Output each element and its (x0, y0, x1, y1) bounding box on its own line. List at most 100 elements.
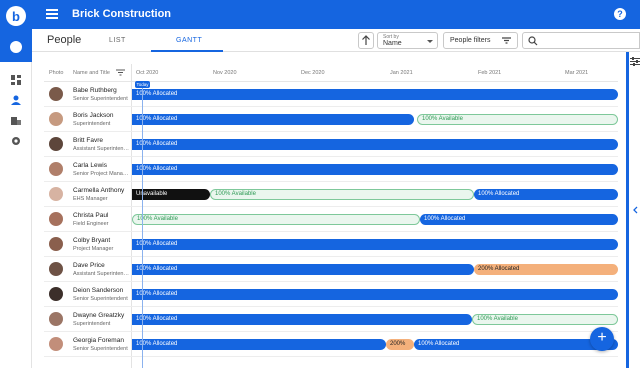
allocation-bar-avail[interactable]: 100% Available (417, 114, 618, 125)
sort-by-value: Name (383, 40, 402, 47)
avatar (49, 187, 63, 201)
allocation-bar-alloc[interactable]: 100% Allocated (132, 139, 618, 150)
chevron-down-icon (427, 40, 433, 43)
allocation-bar-unavail[interactable]: Unavailable (132, 189, 210, 200)
people-filters-button[interactable]: People filters (443, 32, 518, 49)
nav-projects[interactable] (0, 110, 32, 130)
nav-dashboard[interactable] (0, 70, 32, 90)
sort-by-select[interactable]: Sort by Name (377, 32, 438, 49)
avatar (49, 137, 63, 151)
allocation-bar-alloc[interactable]: 100% Allocated (132, 289, 618, 300)
dashboard-icon (11, 75, 21, 85)
person-title: Senior Project Manager (73, 171, 130, 177)
table-row[interactable]: Carmella Anthony EHS Manager Unavailable 10… (44, 182, 618, 207)
person-name[interactable]: Carmella Anthony (73, 187, 124, 194)
person-title: Senior Superintendent (73, 346, 128, 352)
avatar (49, 212, 63, 226)
month-header: Dec 2020 (301, 70, 325, 76)
right-side-panel (626, 52, 640, 368)
avatar (49, 237, 63, 251)
month-header: Oct 2020 (136, 70, 159, 76)
gear-icon (12, 137, 20, 145)
help-icon[interactable]: ? (614, 8, 626, 20)
tab-list[interactable]: LIST (109, 37, 126, 44)
table-row[interactable]: Britt Favre Assistant Superintendent 100% … (44, 132, 618, 157)
month-header: Nov 2020 (213, 70, 237, 76)
avatar (49, 312, 63, 326)
month-header: Jan 2021 (390, 70, 413, 76)
left-rail: b (0, 0, 32, 368)
nav-settings[interactable] (0, 131, 32, 151)
add-button[interactable]: + (590, 327, 614, 351)
table-row[interactable]: Dave Price Assistant Superintendent 100% A… (44, 257, 618, 282)
search-input[interactable] (522, 32, 640, 49)
allocation-bar-over[interactable]: 200% (386, 339, 414, 350)
tune-icon[interactable] (630, 57, 640, 66)
app-title: Brick Construction (72, 8, 172, 20)
menu-icon[interactable] (46, 9, 58, 19)
allocation-bar-alloc[interactable]: 100% Allocated (132, 314, 472, 325)
allocation-bar-alloc[interactable]: 100% Allocated (420, 214, 618, 225)
nav-people[interactable] (0, 90, 32, 110)
app-bar: Brick Construction ? (32, 0, 640, 29)
person-title: Project Manager (73, 246, 114, 252)
person-name[interactable]: Carla Lewis (73, 162, 107, 169)
allocation-bar-alloc[interactable]: 100% Allocated (132, 164, 618, 175)
allocation-bar-alloc[interactable]: 100% Allocated (414, 339, 618, 350)
logo-icon: b (6, 6, 26, 26)
allocation-bar-avail[interactable]: 100% Available (132, 214, 420, 225)
table-row[interactable]: Dwayne Greatzky Superintendent 100% Alloca… (44, 307, 618, 332)
person-name[interactable]: Babe Ruthberg (73, 87, 117, 94)
app-logo[interactable]: b (0, 0, 32, 32)
allocation-bar-avail[interactable]: 100% Available (210, 189, 474, 200)
person-title: Field Engineer (73, 221, 109, 227)
arrow-up-icon (362, 35, 370, 45)
search-icon (528, 36, 538, 46)
avatar (49, 162, 63, 176)
month-header: Mar 2021 (565, 70, 589, 76)
allocation-bar-alloc[interactable]: 100% Allocated (132, 114, 414, 125)
person-name[interactable]: Britt Favre (73, 137, 103, 144)
allocation-bar-alloc[interactable]: 100% Allocated (474, 189, 618, 200)
account-button[interactable] (0, 32, 32, 62)
person-name[interactable]: Georgia Foreman (73, 337, 124, 344)
month-header: Feb 2021 (478, 70, 502, 76)
people-filters-label: People filters (450, 37, 491, 44)
person-icon (11, 95, 21, 105)
table-row[interactable]: Babe Ruthberg Senior Superintendent 100% A… (44, 82, 618, 107)
person-name[interactable]: Dwayne Greatzky (73, 312, 124, 319)
allocation-bar-alloc[interactable]: 100% Allocated (132, 339, 386, 350)
avatar (49, 87, 63, 101)
person-name[interactable]: Christa Paul (73, 212, 108, 219)
allocation-bar-alloc[interactable]: 100% Allocated (132, 239, 618, 250)
table-row[interactable]: Colby Bryant Project Manager 100% Allocate… (44, 232, 618, 257)
allocation-bar-alloc[interactable]: 100% Allocated (132, 89, 618, 100)
table-row[interactable]: Boris Jackson Superintendent 100% Allocate… (44, 107, 618, 132)
avatar (49, 337, 63, 351)
filter-icon (502, 37, 511, 44)
gantt-grid: Photo Name and Title Oct 2020 Nov 2020 D… (44, 64, 618, 368)
person-name[interactable]: Boris Jackson (73, 112, 113, 119)
person-title: Assistant Superintendent (73, 271, 130, 277)
allocation-bar-over[interactable]: 200% Allocated (474, 264, 618, 275)
person-name[interactable]: Deion Sanderson (73, 287, 123, 294)
allocation-bar-avail[interactable]: 100% Available (472, 314, 618, 325)
account-icon (10, 41, 22, 53)
allocation-bar-alloc[interactable]: 100% Allocated (132, 264, 474, 275)
avatar (49, 262, 63, 276)
table-row[interactable]: Deion Sanderson Senior Superintendent 100%… (44, 282, 618, 307)
person-name[interactable]: Colby Bryant (73, 237, 110, 244)
table-row[interactable]: Christa Paul Field Engineer 100% Available… (44, 207, 618, 232)
sort-direction-button[interactable] (358, 32, 374, 49)
person-title: Superintendent (73, 121, 111, 127)
tab-gantt[interactable]: GANTT (176, 37, 202, 44)
avatar (49, 287, 63, 301)
chevron-left-icon[interactable] (632, 206, 638, 214)
table-row[interactable]: Georgia Foreman Senior Superintendent 100%… (44, 332, 618, 357)
today-badge: Today (135, 81, 150, 88)
filter-icon[interactable] (116, 69, 125, 76)
person-title: Superintendent (73, 321, 111, 327)
person-name[interactable]: Dave Price (73, 262, 105, 269)
table-row[interactable]: Carla Lewis Senior Project Manager 100% Al… (44, 157, 618, 182)
active-tab-indicator (151, 50, 223, 52)
